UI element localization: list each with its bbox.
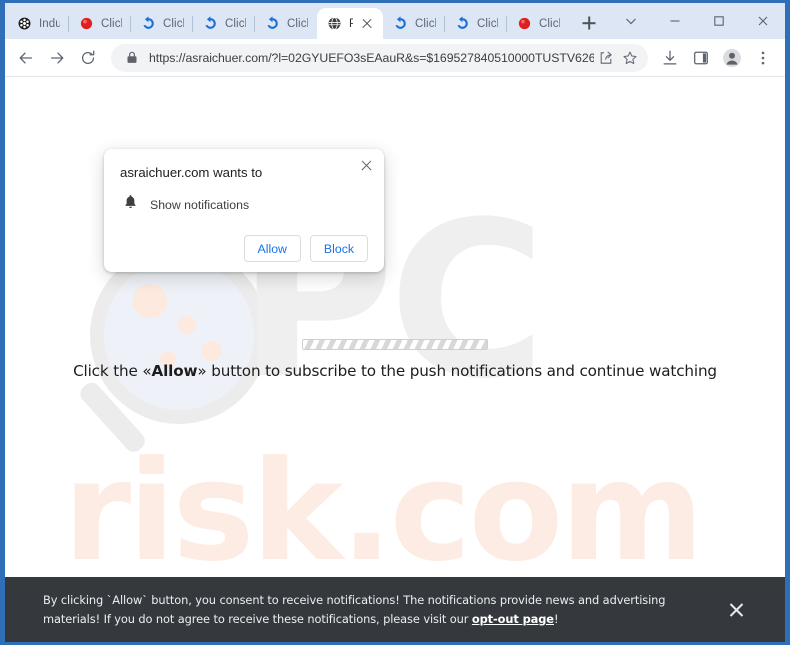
close-icon[interactable]	[741, 5, 785, 37]
profile-avatar-icon[interactable]	[717, 43, 747, 73]
allow-button[interactable]: Allow	[243, 235, 301, 262]
tab-active-push-page[interactable]: P	[317, 8, 383, 39]
new-tab-button[interactable]	[575, 9, 603, 37]
blue-refresh-icon	[141, 16, 156, 31]
reload-icon[interactable]	[73, 43, 103, 73]
consent-banner: By clicking `Allow` button, you consent …	[5, 577, 785, 642]
tab-click-6[interactable]: Click	[444, 8, 507, 39]
tab-click-3[interactable]: Click	[192, 8, 255, 39]
block-button[interactable]: Block	[309, 235, 368, 262]
tab-title: Click	[163, 17, 184, 30]
browser-window: Indu Click Click	[0, 0, 790, 645]
tab-search-chevron-down-icon[interactable]	[609, 5, 653, 37]
back-arrow-icon[interactable]	[11, 43, 41, 73]
blue-refresh-icon	[455, 16, 470, 31]
consent-text-before: By clicking `Allow` button, you consent …	[43, 593, 666, 626]
tab-click-7[interactable]: Click	[506, 8, 569, 39]
film-reel-icon	[17, 16, 32, 31]
blue-refresh-icon	[393, 16, 408, 31]
browser-toolbar: https://asraichuer.com/?l=02GYUEFO3sEAau…	[5, 39, 785, 77]
blue-refresh-icon	[265, 16, 280, 31]
banner-close-icon[interactable]	[727, 600, 747, 620]
tab-title: Click	[101, 17, 122, 30]
dialog-close-icon[interactable]	[358, 157, 375, 174]
minimize-icon[interactable]	[653, 5, 697, 37]
window-controls	[609, 3, 785, 39]
headline-prefix: Click the «	[73, 362, 152, 380]
forward-arrow-icon[interactable]	[42, 43, 72, 73]
page-headline: Click the «Allow» button to subscribe to…	[5, 362, 785, 380]
globe-icon	[327, 16, 342, 31]
tab-title: Click	[539, 17, 560, 30]
blue-refresh-icon	[203, 16, 218, 31]
headline-bold-allow: Allow	[151, 362, 198, 380]
lock-icon[interactable]	[124, 50, 140, 66]
headline-suffix: » button to subscribe to the push notifi…	[197, 362, 717, 380]
tab-click-5[interactable]: Click	[383, 8, 445, 39]
bell-icon	[123, 194, 138, 215]
page-viewport: PC risk.com Click the «Allow» button to …	[5, 77, 785, 642]
download-icon[interactable]	[655, 43, 685, 73]
dialog-title: asraichuer.com wants to	[120, 165, 263, 180]
red-dot-icon	[517, 16, 532, 31]
tab-close-icon[interactable]	[360, 17, 374, 31]
page-content: Click the «Allow» button to subscribe to…	[5, 339, 785, 380]
url-text: https://asraichuer.com/?l=02GYUEFO3sEAau…	[149, 50, 594, 65]
tab-title: Click	[477, 17, 498, 30]
maximize-icon[interactable]	[697, 5, 741, 37]
tab-title: Click	[287, 17, 308, 30]
tab-title: P	[349, 17, 353, 30]
tab-strip: Indu Click Click	[5, 3, 785, 39]
tab-title: Indu	[39, 17, 60, 30]
watermark-risk: risk.com	[63, 431, 704, 592]
consent-text-after: !	[553, 611, 559, 626]
address-bar[interactable]: https://asraichuer.com/?l=02GYUEFO3sEAau…	[111, 43, 648, 72]
loading-progress-bar	[302, 339, 488, 350]
tab-title: Click	[225, 17, 246, 30]
opt-out-link[interactable]: opt-out page	[472, 612, 554, 626]
consent-text: By clicking `Allow` button, you consent …	[43, 591, 715, 628]
tab-click-2[interactable]: Click	[130, 8, 193, 39]
tab-title: Click	[415, 17, 436, 30]
permission-row: Show notifications	[120, 194, 368, 215]
dialog-actions: Allow Block	[120, 235, 368, 262]
side-panel-icon[interactable]	[686, 43, 716, 73]
bookmark-star-icon[interactable]	[618, 46, 642, 70]
tab-indu[interactable]: Indu	[7, 8, 69, 39]
tab-click-1[interactable]: Click	[68, 8, 131, 39]
red-dot-icon	[79, 16, 94, 31]
tab-click-4[interactable]: Click	[254, 8, 317, 39]
notification-permission-dialog: asraichuer.com wants to Show notificatio…	[104, 149, 384, 272]
three-dot-menu-icon[interactable]	[748, 43, 778, 73]
permission-label: Show notifications	[150, 197, 250, 212]
share-icon[interactable]	[594, 46, 618, 70]
